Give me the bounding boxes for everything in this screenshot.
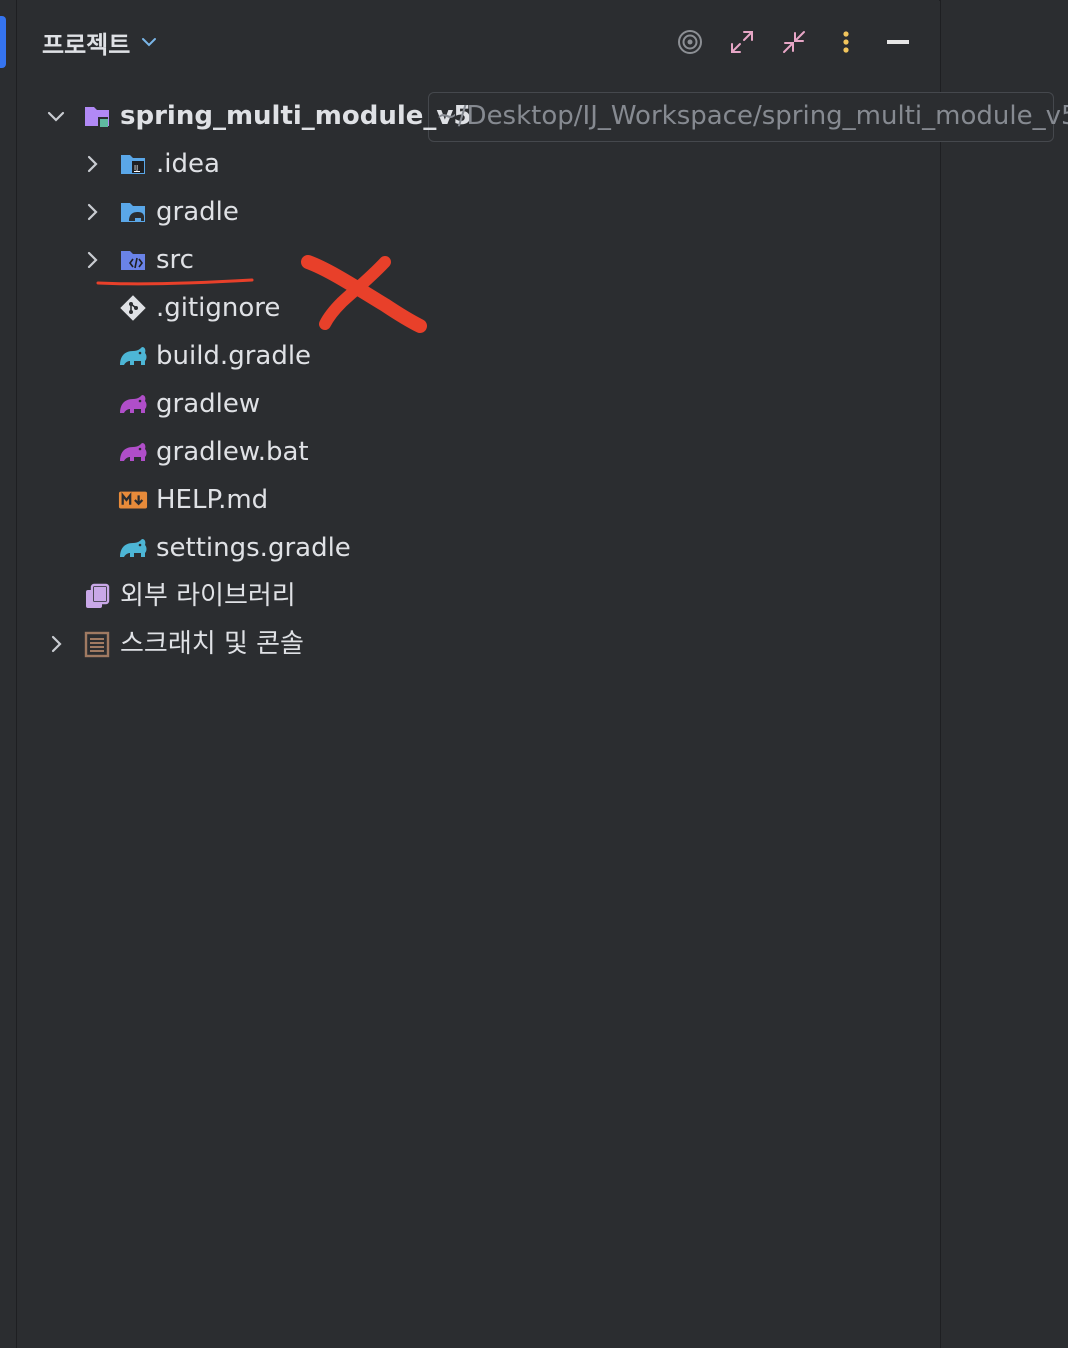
- tree-item-gradlew-bat[interactable]: gradlew.bat: [0, 428, 900, 476]
- tree-item-label: src: [156, 245, 194, 275]
- source-folder-icon: [118, 245, 148, 275]
- tree-item-label: 스크래치 및 콘솔: [120, 629, 304, 659]
- scratches-icon: [82, 629, 112, 659]
- tree-item-scratches[interactable]: 스크래치 및 콘솔: [0, 620, 900, 668]
- gradle-elephant-icon: [118, 533, 148, 563]
- more-vertical-icon[interactable]: [828, 24, 864, 60]
- minimize-icon[interactable]: [880, 24, 916, 60]
- tree-item-label: 외부 라이브러리: [120, 581, 296, 611]
- tree-item-help-md[interactable]: HELP.md: [0, 476, 900, 524]
- tree-item-gradle[interactable]: gradle: [0, 188, 900, 236]
- tree-item-idea[interactable]: IJ .idea: [0, 140, 900, 188]
- gradle-elephant-icon: [118, 341, 148, 371]
- tree-item-settings-gradle[interactable]: settings.gradle: [0, 524, 900, 572]
- tree-item-src[interactable]: src: [0, 236, 900, 284]
- chevron-down-icon[interactable]: [46, 106, 66, 126]
- chevron-down-icon[interactable]: [140, 33, 158, 51]
- svg-text:IJ: IJ: [134, 164, 138, 172]
- git-icon: [118, 293, 148, 323]
- tree-root-row[interactable]: spring_multi_module_v5 ~/Desktop/IJ_Work…: [0, 92, 1068, 142]
- tree-item-label: gradlew.bat: [156, 437, 309, 467]
- tree-item-gitignore[interactable]: .gitignore: [0, 284, 900, 332]
- tree-item-label: .gitignore: [156, 293, 281, 323]
- collapse-icon[interactable]: [776, 24, 812, 60]
- gradle-elephant-purple-icon: [118, 437, 148, 467]
- tree-item-label: build.gradle: [156, 341, 312, 371]
- project-tool-window-button[interactable]: [0, 16, 6, 68]
- module-folder-icon: [82, 101, 112, 131]
- markdown-icon: [118, 485, 148, 515]
- root-project-name: spring_multi_module_v5: [120, 101, 472, 131]
- tree-item-label: HELP.md: [156, 485, 269, 515]
- panel-title[interactable]: 프로젝트: [42, 25, 130, 60]
- chevron-right-icon[interactable]: [46, 634, 66, 654]
- editor-area: [940, 0, 1068, 1348]
- expand-icon[interactable]: [724, 24, 760, 60]
- idea-folder-icon: IJ: [118, 149, 148, 179]
- gradle-folder-icon: [118, 197, 148, 227]
- gradle-elephant-purple-icon: [118, 389, 148, 419]
- library-icon: [82, 581, 112, 611]
- chevron-right-icon[interactable]: [82, 202, 102, 222]
- panel-header: 프로젝트: [42, 22, 158, 62]
- tree-item-external-libraries[interactable]: 외부 라이브러리: [0, 572, 900, 620]
- tree-item-label: .idea: [156, 149, 220, 179]
- chevron-right-icon[interactable]: [82, 250, 102, 270]
- tree-item-gradlew[interactable]: gradlew: [0, 380, 900, 428]
- root-project-path: ~/Desktop/IJ_Workspace/spring_multi_modu…: [436, 101, 1068, 131]
- tree-item-label: gradlew: [156, 389, 261, 419]
- target-icon[interactable]: [672, 24, 708, 60]
- tree-item-build-gradle[interactable]: build.gradle: [0, 332, 900, 380]
- tree-item-label: settings.gradle: [156, 533, 351, 563]
- tree-item-label: gradle: [156, 197, 239, 227]
- chevron-right-icon[interactable]: [82, 154, 102, 174]
